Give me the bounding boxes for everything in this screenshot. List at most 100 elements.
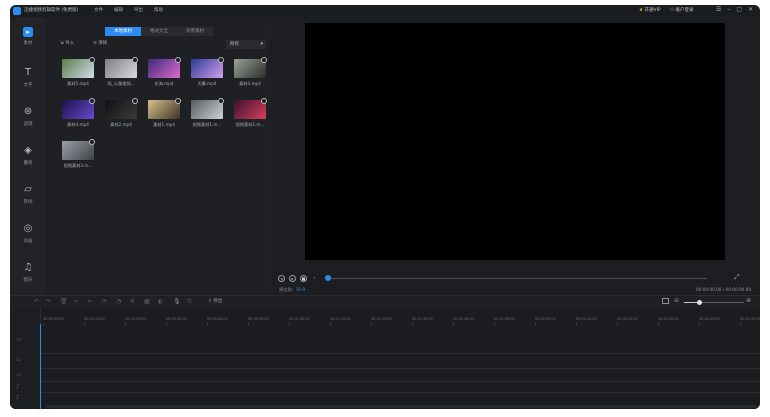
filter-value: 所有	[230, 42, 239, 47]
playhead[interactable]	[40, 324, 41, 409]
track-divider	[40, 392, 760, 393]
split-icon[interactable]: ✂	[74, 298, 79, 305]
sidebar-item-label: 叠附	[23, 161, 33, 166]
ruler-tick-label: 00:00:20:00	[125, 317, 146, 321]
title-bar: 迅捷视频剪辑软件 (免费版) 文件 编辑 导出 帮助 ♛ 开通VIP ⚇ 账户登…	[10, 5, 760, 17]
media-clip[interactable]: 天幕.mp4	[191, 57, 224, 87]
sidebar-item-label: 转场	[23, 200, 33, 205]
timeline-toolbar: ↶ ↷ 🗑 ✂ ⌗ ⟳ ◔ ❄ ▦ ◐ 🎙 ⏱ ⇪ 导出 ⊖ ⊕	[10, 295, 760, 308]
zoom-slider-handle[interactable]	[697, 300, 702, 305]
media-panel: 本地素材 格式大全 背景素材 ⇲ 导入 ⊘ 清除 所有 ▾ 素材5.mp4 雨_公…	[47, 17, 271, 295]
timeline-scrollbar[interactable]	[46, 405, 756, 408]
clip-select-badge-icon[interactable]	[89, 139, 95, 145]
stop-icon[interactable]: ■	[300, 275, 307, 282]
import-icon: ⇲	[60, 41, 64, 46]
delete-clip-icon[interactable]: 🗑	[60, 298, 68, 305]
media-clip[interactable]: 视频素材1.m...	[191, 98, 224, 128]
tab-formats[interactable]: 格式大全	[141, 27, 177, 36]
time-ruler[interactable]: 00:00:00:00 00:00:10:00 00:00:20:00 00:00:3…	[40, 308, 760, 328]
clip-select-badge-icon[interactable]	[89, 98, 95, 104]
play-icon[interactable]: ▸	[289, 275, 296, 282]
menu-edit[interactable]: 编辑	[114, 7, 123, 13]
clip-thumbnail	[62, 98, 95, 119]
aspect-ratio[interactable]: 原比例：16:9	[279, 287, 305, 293]
ruler-tick	[289, 323, 290, 326]
media-clip[interactable]: 素材2.mp4	[105, 98, 138, 128]
clip-select-badge-icon[interactable]	[89, 57, 95, 63]
fullscreen-icon[interactable]: ⤢	[734, 273, 740, 282]
clip-name: 视频素材1.m...	[192, 122, 222, 127]
sidebar-item-filter[interactable]: ⊛ 滤镜	[10, 100, 46, 134]
export-button[interactable]: ⇪ 导出	[208, 298, 222, 304]
clip-name: 素材4.mp4	[67, 122, 89, 127]
media-clip[interactable]: 素材4.mp4	[62, 98, 95, 128]
undo-icon[interactable]: ↶	[34, 298, 39, 305]
vip-button[interactable]: ♛ 开通VIP	[639, 7, 661, 13]
menu-file[interactable]: 文件	[94, 7, 103, 13]
sidebar-item-media[interactable]: ▸ 素材	[10, 21, 46, 55]
import-label: 导入	[65, 41, 75, 46]
clip-select-badge-icon[interactable]	[261, 57, 267, 63]
media-clip[interactable]: 花海.mp4	[148, 57, 181, 87]
color-icon[interactable]: ◐	[158, 298, 163, 305]
sidebar-item-overlay[interactable]: ◈ 叠附	[10, 139, 46, 173]
preview-scrubber[interactable]	[327, 278, 707, 279]
clip-select-badge-icon[interactable]	[175, 57, 181, 63]
prev-frame-icon[interactable]: ◂	[278, 275, 285, 282]
sidebar-item-music[interactable]: ♫ 配乐	[10, 256, 46, 290]
tab-backgrounds[interactable]: 背景素材	[177, 27, 213, 36]
clip-select-badge-icon[interactable]	[218, 98, 224, 104]
redo-icon[interactable]: ↷	[46, 298, 51, 305]
ruler-tick	[576, 323, 577, 326]
media-clip[interactable]: 素材5.mp4	[62, 57, 95, 87]
zoom-in-icon[interactable]: ⊕	[746, 297, 751, 304]
menu-export[interactable]: 导出	[134, 7, 143, 13]
ruler-tick-label: 00:01:10:00	[330, 317, 351, 321]
sidebar-item-label: 滤镜	[23, 122, 33, 127]
speed-icon[interactable]: ◔	[116, 298, 121, 305]
sidebar-item-animation[interactable]: ◎ 动画	[10, 217, 46, 251]
media-clip[interactable]: 雨_公路视频...	[105, 57, 138, 87]
scrubber-handle[interactable]	[325, 275, 331, 281]
minimize-icon[interactable]: –	[727, 6, 730, 13]
freeze-icon[interactable]: ❄	[130, 298, 135, 305]
media-clip[interactable]: 素材3.mp4	[234, 57, 267, 87]
clear-button[interactable]: ⊘ 清除	[93, 40, 107, 46]
timecode: 00:00:00.00 / 00:00:00.00	[696, 287, 752, 292]
import-button[interactable]: ⇲ 导入	[60, 40, 74, 46]
ruler-tick	[125, 323, 126, 326]
fit-timeline-icon[interactable]	[662, 298, 669, 304]
media-clip[interactable]: 素材1.mp4	[148, 98, 181, 128]
clip-select-badge-icon[interactable]	[132, 57, 138, 63]
clip-name: 素材3.mp4	[239, 81, 261, 86]
clip-select-badge-icon[interactable]	[132, 98, 138, 104]
ruler-tick-label: 00:02:50:00	[740, 317, 760, 321]
tab-local-media[interactable]: 本地素材	[105, 27, 141, 36]
media-clip[interactable]: 视频素材2.m...	[234, 98, 267, 128]
clip-select-badge-icon[interactable]	[261, 98, 267, 104]
clip-select-badge-icon[interactable]	[175, 98, 181, 104]
menu-help[interactable]: 帮助	[154, 7, 163, 13]
menu-icon[interactable]: ☰	[716, 6, 721, 13]
duration-icon[interactable]: ⏱	[187, 298, 192, 306]
sidebar-item-transition[interactable]: ▱ 转场	[10, 178, 46, 212]
voice-track-icon: ♪	[16, 394, 20, 401]
media-filter-select[interactable]: 所有 ▾	[226, 40, 266, 49]
close-icon[interactable]: ✕	[748, 6, 753, 13]
delete-icon: ⊘	[93, 41, 97, 46]
rotate-icon[interactable]: ⟳	[102, 298, 107, 305]
account-label: 账户登录	[675, 8, 694, 13]
account-button[interactable]: ⚇ 账户登录	[670, 7, 693, 13]
sidebar-item-text[interactable]: T 文字	[10, 61, 46, 95]
microphone-icon[interactable]: 🎙	[173, 298, 181, 305]
media-clip[interactable]: 视频素材3.m...	[62, 139, 95, 169]
zoom-out-icon[interactable]: ⊖	[674, 297, 679, 304]
clip-select-badge-icon[interactable]	[218, 57, 224, 63]
filter-icon: ⊛	[23, 106, 33, 117]
crop-icon[interactable]: ⌗	[88, 298, 91, 306]
clip-thumbnail	[148, 57, 181, 78]
sidebar-item-label: 文字	[23, 83, 33, 88]
mosaic-icon[interactable]: ▦	[144, 298, 150, 305]
next-frame-icon[interactable]: ›	[311, 275, 318, 282]
maximize-icon[interactable]: ▢	[736, 6, 742, 13]
